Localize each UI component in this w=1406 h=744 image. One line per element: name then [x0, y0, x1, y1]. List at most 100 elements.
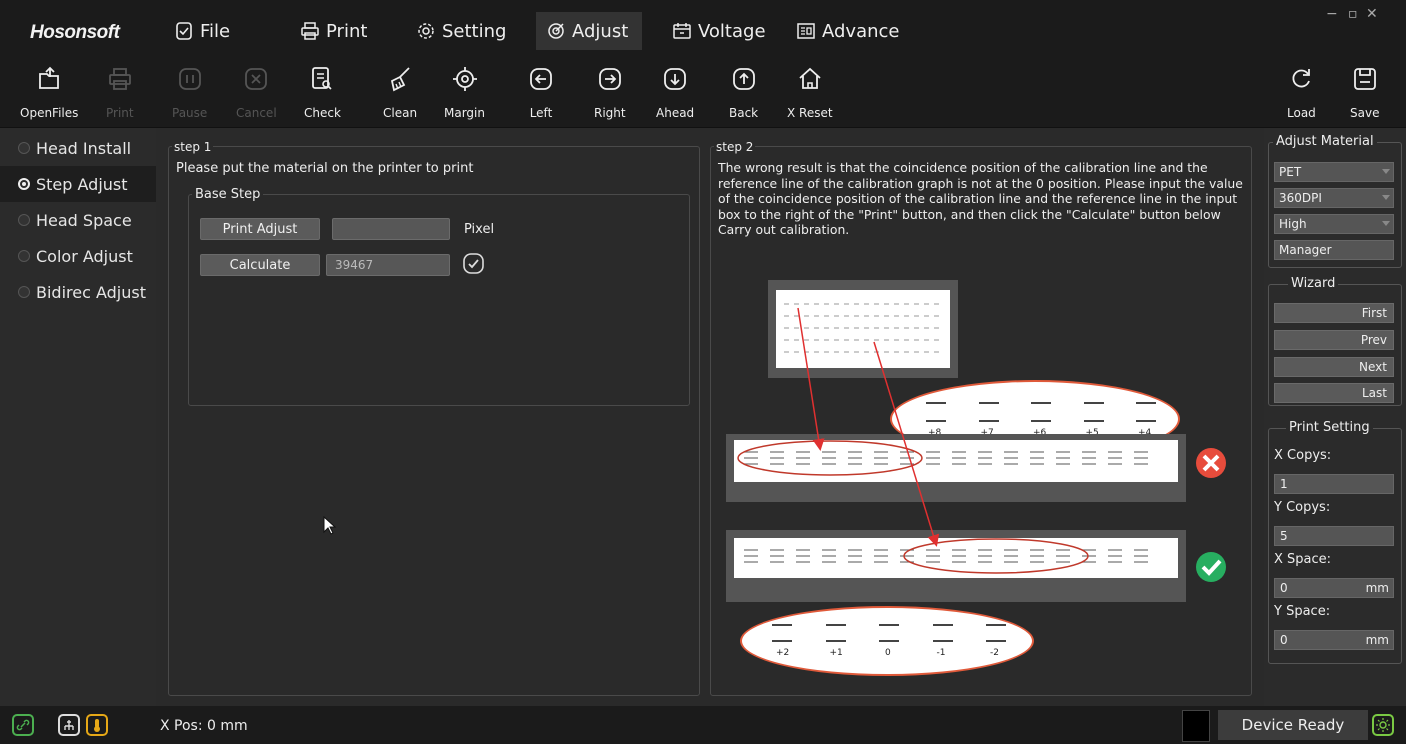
chevron-down-icon — [1382, 195, 1390, 200]
menu-setting[interactable]: Setting — [406, 12, 516, 50]
x-copys-input[interactable]: 1 — [1274, 474, 1394, 494]
cancel-icon — [245, 68, 268, 90]
menu-adjust-label: Adjust — [572, 20, 629, 42]
x-space-label: X Space: — [1274, 552, 1332, 567]
y-space-input[interactable]: 0 mm — [1274, 630, 1394, 650]
left-label: Left — [529, 106, 553, 120]
y-copys-input[interactable]: 5 — [1274, 526, 1394, 546]
menu-voltage-label: Voltage — [698, 20, 766, 42]
link-status-icon[interactable] — [12, 714, 34, 736]
nav-head-space[interactable]: Head Space — [0, 202, 156, 238]
manager-button[interactable]: Manager — [1274, 240, 1394, 260]
x-copys-label: X Copys: — [1274, 448, 1332, 463]
manager-label: Manager — [1279, 243, 1332, 257]
pause-label: Pause — [172, 106, 208, 120]
arrow-wrong — [797, 307, 825, 451]
arrow-left-icon — [530, 68, 552, 90]
step2-instruction: The wrong result is that the coincidence… — [718, 160, 1243, 238]
calibration-illustration: +8 +7 +6 +5 +4 +2 +1 0 -1 -2 — [724, 278, 1226, 678]
menu-advance[interactable]: Advance — [786, 12, 909, 50]
radio-selected-icon — [18, 178, 30, 190]
ahead-button[interactable]: Ahead — [656, 66, 694, 120]
chevron-down-icon — [1382, 221, 1390, 226]
menu-print[interactable]: Print — [290, 12, 377, 50]
menu-advance-label: Advance — [822, 20, 900, 42]
radio-icon — [18, 250, 30, 262]
save-icon — [1353, 68, 1376, 90]
left-button[interactable]: Left — [528, 66, 554, 120]
step1-instruction: Please put the material on the printer t… — [176, 161, 474, 176]
right-button[interactable]: Right — [594, 66, 626, 120]
pixel-unit-label: Pixel — [464, 222, 495, 237]
close-button[interactable]: ✕ — [1366, 6, 1378, 22]
cancel-button[interactable]: Cancel — [236, 66, 277, 120]
menu-file[interactable]: File — [164, 12, 240, 50]
x-copys-value: 1 — [1280, 477, 1288, 491]
nav-bidirec-adjust[interactable]: Bidirec Adjust — [0, 274, 156, 310]
y-space-unit: mm — [1365, 633, 1389, 647]
material-select[interactable]: PET — [1274, 162, 1394, 182]
step1-title: step 1 — [172, 140, 214, 154]
nav-head-install-label: Head Install — [36, 138, 132, 158]
checkbox-check-icon[interactable] — [462, 252, 486, 276]
quality-select[interactable]: High — [1274, 214, 1394, 234]
toolbar: OpenFiles Print Pause Cancel Check Clean… — [0, 62, 1406, 128]
gear-icon — [418, 23, 434, 39]
arrow-down-icon — [664, 68, 686, 90]
y-copys-value: 5 — [1280, 529, 1288, 543]
nav-head-install[interactable]: Head Install — [0, 130, 156, 166]
margin-button[interactable]: Margin — [444, 66, 485, 120]
print-button[interactable]: Print — [106, 66, 134, 120]
x-reset-button[interactable]: X Reset — [787, 66, 833, 120]
menu-bar: Hosonsoft File Print Setting Adjust Volt… — [0, 0, 1406, 62]
printer-icon — [301, 22, 319, 40]
wizard-first-button[interactable]: First — [1274, 303, 1394, 323]
resolution-value: 360DPI — [1279, 191, 1322, 205]
calculate-button[interactable]: Calculate — [200, 254, 320, 276]
print-setting-title: Print Setting — [1286, 420, 1373, 435]
menu-voltage[interactable]: Voltage — [662, 12, 776, 50]
pause-button[interactable]: Pause — [172, 66, 207, 120]
wizard-last-button[interactable]: Last — [1274, 383, 1394, 403]
pause-icon — [178, 68, 201, 90]
print-label: Print — [106, 106, 134, 120]
x-space-unit: mm — [1365, 581, 1389, 595]
save-button[interactable]: Save — [1350, 66, 1379, 120]
back-button[interactable]: Back — [729, 66, 758, 120]
margin-label: Margin — [444, 106, 485, 120]
x-space-input[interactable]: 0 mm — [1274, 578, 1394, 598]
print-adjust-input[interactable] — [332, 218, 450, 240]
lightbulb-icon[interactable] — [1372, 714, 1394, 736]
wizard-title: Wizard — [1288, 276, 1339, 291]
network-status-icon[interactable] — [58, 714, 80, 736]
temperature-icon[interactable] — [86, 714, 108, 736]
menu-adjust[interactable]: Adjust — [536, 12, 642, 50]
voltage-icon — [673, 23, 691, 39]
y-space-value: 0 — [1280, 633, 1288, 647]
arrow-up-icon — [732, 68, 755, 90]
nav-step-adjust[interactable]: Step Adjust — [0, 166, 156, 202]
clean-button[interactable]: Clean — [383, 66, 417, 120]
print-setting-group — [1268, 428, 1402, 664]
radio-icon — [18, 214, 30, 226]
check-button[interactable]: Check — [304, 66, 341, 120]
open-folder-icon — [39, 66, 60, 89]
nav-color-adjust[interactable]: Color Adjust — [0, 238, 156, 274]
right-label: Right — [594, 106, 626, 120]
check-label: Check — [304, 106, 341, 120]
wizard-prev-button[interactable]: Prev — [1274, 330, 1394, 350]
wizard-next-button[interactable]: Next — [1274, 357, 1394, 377]
home-icon — [799, 67, 821, 89]
openfiles-button[interactable]: OpenFiles — [20, 66, 78, 120]
print-adjust-button[interactable]: Print Adjust — [200, 218, 320, 240]
nav-color-adjust-label: Color Adjust — [36, 246, 133, 266]
load-button[interactable]: Load — [1287, 66, 1316, 120]
calculate-value-field: 39467 — [326, 254, 450, 276]
minimize-button[interactable]: − — [1326, 6, 1338, 22]
restore-button[interactable]: ▫ — [1348, 6, 1358, 22]
advance-icon — [797, 23, 815, 39]
menu-file-label: File — [200, 20, 231, 42]
resolution-select[interactable]: 360DPI — [1274, 188, 1394, 208]
crosshair-icon — [452, 67, 477, 91]
device-status-badge: Device Ready — [1218, 710, 1368, 740]
